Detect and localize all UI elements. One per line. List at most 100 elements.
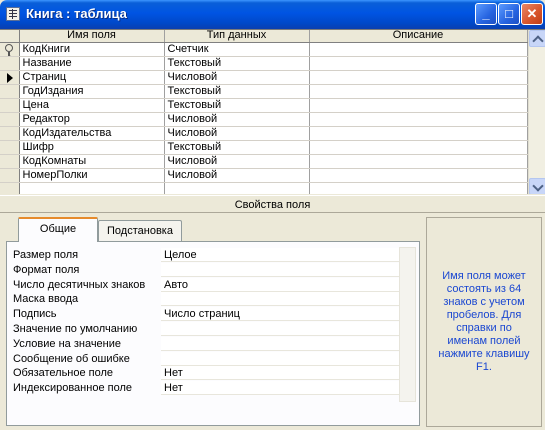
field-name-cell[interactable]: Цена [19, 98, 165, 113]
table-row[interactable] [0, 182, 528, 194]
property-value-field[interactable]: Авто [161, 277, 403, 292]
field-name-cell[interactable]: КодКомнаты [19, 154, 165, 169]
maximize-button[interactable]: □ [498, 3, 520, 25]
data-type-cell[interactable]: Числовой [164, 70, 310, 85]
property-label: Формат поля [13, 263, 80, 276]
data-type-cell[interactable]: Числовой [164, 154, 310, 169]
row-selector[interactable] [0, 154, 20, 169]
property-row: Маска ввода [13, 292, 403, 307]
description-cell[interactable] [309, 84, 528, 99]
property-row: Значение по умолчанию [13, 322, 403, 336]
property-value-field[interactable] [161, 262, 403, 277]
fields-table: Имя поля Тип данных Описание КодКниги Сче… [0, 30, 528, 194]
property-row: Размер поля Целое [13, 248, 403, 262]
title-bar[interactable]: Книга : таблица _ □ ✕ [0, 0, 545, 29]
header-description[interactable]: Описание [309, 30, 528, 43]
key-icon [5, 43, 13, 55]
field-name-cell[interactable]: КодКниги [19, 42, 165, 57]
field-name-cell[interactable]: Название [19, 56, 165, 71]
row-selector[interactable] [0, 168, 20, 183]
row-selector[interactable] [0, 84, 20, 99]
close-button[interactable]: ✕ [521, 3, 543, 25]
data-type-cell[interactable]: Текстовый [164, 84, 310, 99]
description-cell[interactable] [309, 56, 528, 71]
property-value-field[interactable]: Нет [161, 366, 403, 381]
description-cell[interactable] [309, 182, 528, 194]
field-name-cell[interactable]: Шифр [19, 140, 165, 155]
table-row[interactable]: Цена Текстовый [0, 98, 528, 113]
property-row: Сообщение об ошибке [13, 351, 403, 366]
properties-tabs: Общие Подстановка Размер поля Целое Формат… [6, 217, 420, 427]
property-label: Значение по умолчанию [13, 323, 138, 335]
data-type-cell[interactable]: Числовой [164, 126, 310, 141]
table-row[interactable]: Название Текстовый [0, 56, 528, 71]
data-type-cell[interactable]: Числовой [164, 168, 310, 183]
table-row[interactable]: ГодИздания Текстовый [0, 84, 528, 99]
row-selector[interactable] [0, 42, 20, 57]
field-name-cell[interactable]: КодИздательства [19, 126, 165, 141]
row-selector[interactable] [0, 56, 20, 71]
data-type-cell[interactable]: Текстовый [164, 140, 310, 155]
grid-scrollbar[interactable] [528, 30, 545, 194]
table-icon[interactable] [6, 7, 20, 21]
row-selector[interactable] [0, 140, 20, 155]
property-row: Подпись Число страниц [13, 307, 403, 322]
description-cell[interactable] [309, 42, 528, 57]
table-row[interactable]: НомерПолки Числовой [0, 168, 528, 183]
description-cell[interactable] [309, 70, 528, 85]
property-value-field[interactable] [161, 292, 403, 307]
field-name-cell[interactable]: Страниц [19, 70, 165, 85]
window-title: Книга : таблица [26, 6, 127, 21]
scroll-down-button[interactable] [529, 178, 545, 194]
data-type-cell[interactable] [164, 182, 310, 194]
property-value-field[interactable]: Целое [161, 248, 403, 262]
property-label: Размер поля [13, 249, 79, 261]
property-label: Сообщение об ошибке [13, 352, 130, 365]
property-row: Обязательное поле Нет [13, 366, 403, 381]
header-field-name[interactable]: Имя поля [19, 30, 165, 43]
field-name-cell[interactable]: ГодИздания [19, 84, 165, 99]
description-cell[interactable] [309, 112, 528, 127]
property-value-field[interactable] [161, 336, 403, 351]
property-value-field[interactable]: Нет [161, 381, 403, 396]
row-selector[interactable] [0, 98, 20, 113]
property-label: Маска ввода [13, 293, 79, 306]
data-type-cell[interactable]: Числовой [164, 112, 310, 127]
help-text: Имя поля может состоять из 64 знаков с у… [438, 270, 530, 373]
tab-lookup[interactable]: Подстановка [98, 220, 182, 241]
field-name-cell[interactable]: НомерПолки [19, 168, 165, 183]
row-selector[interactable] [0, 70, 20, 85]
property-label: Индексированное поле [13, 382, 132, 395]
table-row[interactable]: КодИздательства Числовой [0, 126, 528, 141]
general-tab-panel: Размер поля Целое Формат поля Число десятич… [6, 241, 420, 426]
field-name-cell[interactable]: Редактор [19, 112, 165, 127]
description-cell[interactable] [309, 140, 528, 155]
property-value-field[interactable] [161, 322, 403, 336]
description-cell[interactable] [309, 98, 528, 113]
row-selector[interactable] [0, 112, 20, 127]
field-name-cell[interactable] [19, 182, 165, 194]
header-data-type[interactable]: Тип данных [164, 30, 310, 43]
scroll-up-button[interactable] [529, 30, 545, 47]
table-row[interactable]: КодКниги Счетчик [0, 42, 528, 57]
property-label: Подпись [13, 308, 57, 321]
table-row[interactable]: Редактор Числовой [0, 112, 528, 127]
description-cell[interactable] [309, 126, 528, 141]
minimize-button[interactable]: _ [475, 3, 497, 25]
property-value-field[interactable] [161, 351, 403, 366]
data-type-cell[interactable]: Текстовый [164, 98, 310, 113]
table-row[interactable]: Страниц Числовой [0, 70, 528, 85]
row-selector[interactable] [0, 126, 20, 141]
description-cell[interactable] [309, 168, 528, 183]
grid-header-row: Имя поля Тип данных Описание [0, 30, 528, 43]
table-row[interactable]: КодКомнаты Числовой [0, 154, 528, 169]
properties-scrollbar[interactable] [399, 247, 416, 402]
table-row[interactable]: Шифр Текстовый [0, 140, 528, 155]
property-value-field[interactable]: Число страниц [161, 307, 403, 322]
description-cell[interactable] [309, 154, 528, 169]
row-selector[interactable] [0, 182, 20, 194]
data-type-cell[interactable]: Счетчик [164, 42, 310, 57]
data-type-cell[interactable]: Текстовый [164, 56, 310, 71]
row-selector-header[interactable] [0, 30, 20, 43]
tab-general[interactable]: Общие [18, 217, 98, 242]
